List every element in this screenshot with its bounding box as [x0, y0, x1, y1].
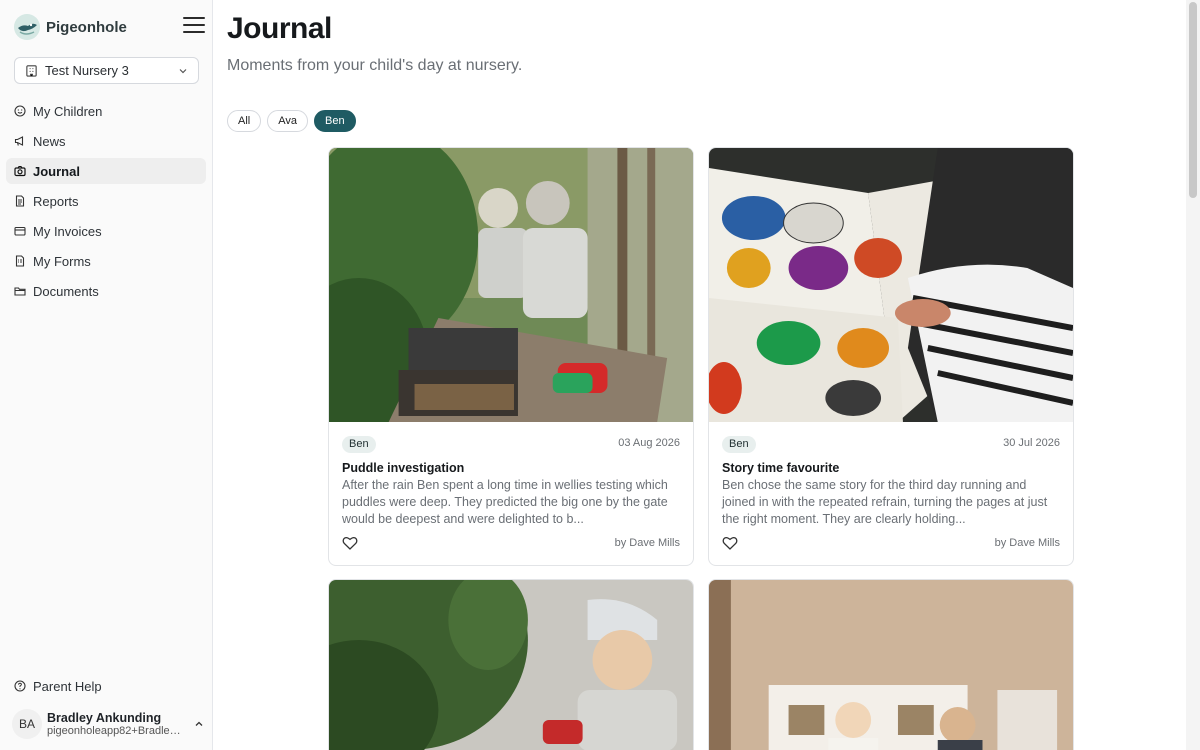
entry-date: 03 Aug 2026 — [618, 437, 680, 449]
sidebar-item-my-invoices[interactable]: My Invoices — [6, 218, 206, 244]
brand-name: Pigeonhole — [46, 18, 127, 36]
sidebar-item-label: News — [33, 133, 66, 149]
user-menu[interactable]: BA Bradley Ankunding pigeonholeapp82+Bra… — [12, 706, 204, 742]
chevron-down-icon — [179, 68, 187, 73]
sidebar-item-my-children[interactable]: My Children — [6, 98, 206, 124]
sidebar-item-label: My Invoices — [33, 223, 102, 239]
sidebar-item-documents[interactable]: Documents — [6, 278, 206, 304]
journal-photo[interactable] — [709, 148, 1073, 422]
sidebar-item-label: My Children — [33, 103, 103, 119]
journal-photo[interactable] — [329, 580, 693, 750]
folder-icon — [14, 287, 26, 296]
journal-card[interactable] — [328, 579, 694, 750]
entry-date: 30 Jul 2026 — [1003, 437, 1060, 449]
page-subtitle: Moments from your child's day at nursery… — [227, 57, 523, 74]
entry-text: Ben chose the same story for the third d… — [722, 478, 1048, 526]
avatar: BA — [12, 709, 42, 739]
smile-icon — [14, 105, 26, 117]
filter-chip-ben[interactable]: Ben — [314, 110, 356, 132]
nursery-select[interactable]: Test Nursery 3 — [14, 57, 199, 84]
heart-icon[interactable] — [722, 535, 738, 551]
parent-help-label: Parent Help — [33, 678, 102, 694]
sidebar-item-news[interactable]: News — [6, 128, 206, 154]
page-title: Journal — [227, 12, 332, 45]
entry-author: by Dave Mills — [994, 537, 1060, 549]
nursery-select-value: Test Nursery 3 — [45, 63, 129, 78]
pigeon-logo-icon — [14, 14, 40, 40]
sidebar: Pigeonhole Test Nursery 3 My Children Ne… — [0, 0, 213, 750]
heart-icon[interactable] — [342, 535, 358, 551]
sidebar-item-reports[interactable]: Reports — [6, 188, 206, 214]
child-tag: Ben — [342, 436, 376, 453]
journal-photo[interactable] — [329, 148, 693, 422]
user-name: Bradley Ankunding — [47, 711, 162, 725]
sidebar-nav: My Children News Journal Reports My Invo… — [6, 98, 206, 308]
sidebar-item-journal[interactable]: Journal — [6, 158, 206, 184]
sidebar-item-label: My Forms — [33, 253, 91, 269]
journal-card[interactable] — [708, 579, 1074, 750]
filter-chip-ava[interactable]: Ava — [267, 110, 308, 132]
parent-help-link[interactable]: Parent Help — [14, 676, 102, 696]
child-filter: All Ava Ben — [227, 110, 356, 132]
child-tag: Ben — [722, 436, 756, 453]
page-scrollbar[interactable] — [1186, 0, 1200, 750]
journal-photo[interactable] — [709, 580, 1073, 750]
journal-card[interactable]: Ben 30 Jul 2026 Story time favourite Ben… — [708, 147, 1074, 566]
entry-title: Story time favourite — [722, 461, 840, 475]
journal-card[interactable]: Ben 03 Aug 2026 Puddle investigation Aft… — [328, 147, 694, 566]
entry-title: Puddle investigation — [342, 461, 465, 475]
hamburger-icon[interactable] — [183, 17, 205, 37]
megaphone-icon — [14, 136, 24, 146]
entry-author: by Dave Mills — [614, 537, 680, 549]
main-content: Journal Moments from your child's day at… — [213, 0, 1186, 750]
sidebar-item-label: Documents — [33, 283, 99, 299]
sidebar-item-my-forms[interactable]: My Forms — [6, 248, 206, 274]
scrollbar-thumb[interactable] — [1189, 2, 1197, 198]
chevron-up-icon — [195, 721, 203, 726]
user-email: pigeonholeapp82+Bradley... — [47, 725, 183, 737]
sidebar-item-label: Reports — [33, 193, 79, 209]
document-icon — [15, 195, 25, 207]
form-icon — [15, 255, 25, 267]
building-icon — [26, 65, 37, 77]
help-circle-icon — [14, 680, 26, 692]
brand[interactable]: Pigeonhole — [14, 13, 127, 41]
camera-icon — [14, 165, 26, 177]
filter-chip-all[interactable]: All — [227, 110, 262, 132]
credit-card-icon — [14, 226, 26, 236]
entry-text: After the rain Ben spent a long time in … — [342, 478, 668, 526]
sidebar-item-label: Journal — [33, 163, 80, 179]
